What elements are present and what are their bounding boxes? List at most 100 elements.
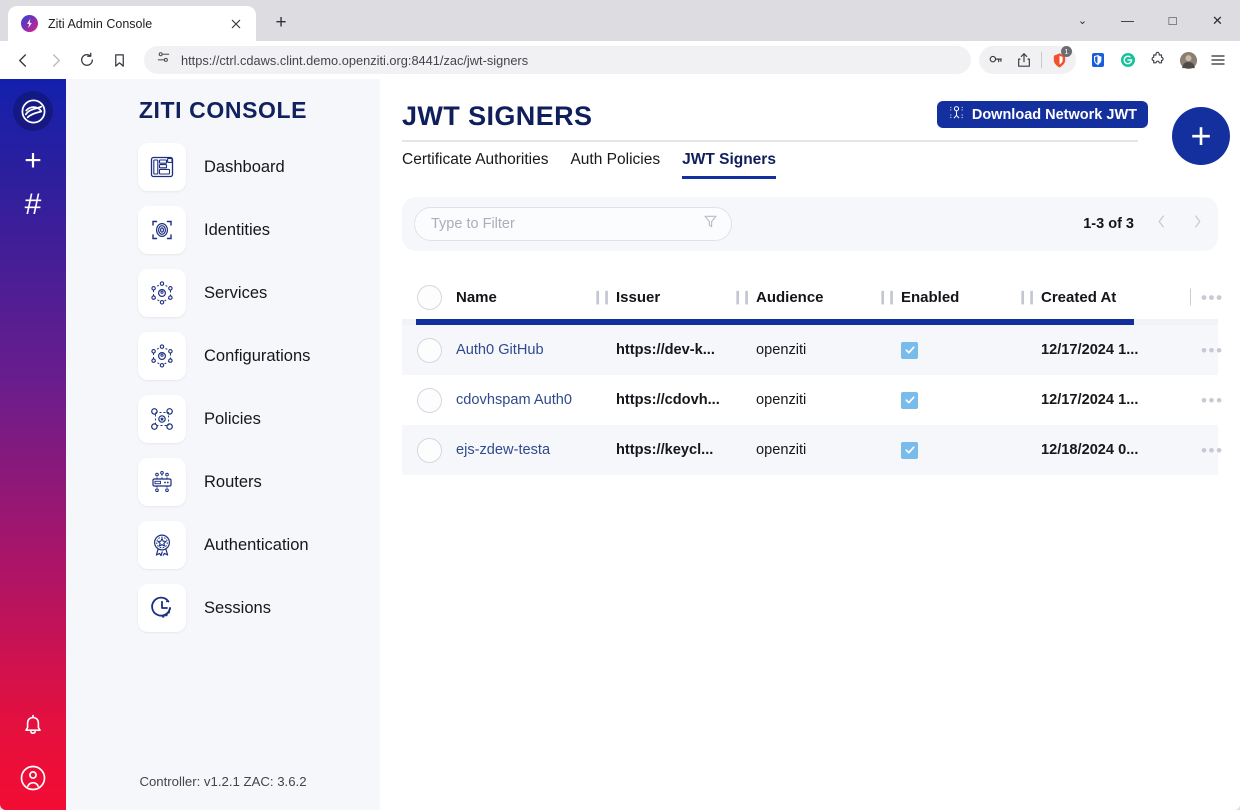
funnel-filter-icon[interactable] xyxy=(702,213,719,235)
column-header-name[interactable]: Name ❙❙ xyxy=(456,289,616,306)
row-select-circle[interactable] xyxy=(417,438,442,463)
enabled-checkbox[interactable] xyxy=(901,392,918,409)
ziti-logo-icon[interactable] xyxy=(13,91,53,131)
cell-enabled[interactable] xyxy=(901,442,1041,459)
cell-created-at: 12/17/2024 1... xyxy=(1041,342,1201,358)
enabled-checkbox[interactable] xyxy=(901,442,918,459)
row-select-circle[interactable] xyxy=(417,338,442,363)
network-jwt-icon xyxy=(948,104,965,125)
sidebar-item-authentication[interactable]: Authentication xyxy=(138,516,380,574)
tab-jwt-signers[interactable]: JWT Signers xyxy=(682,151,776,179)
sidebar-item-services[interactable]: Services xyxy=(138,264,380,322)
services-network-icon xyxy=(138,269,186,317)
column-header-enabled[interactable]: Enabled ❙❙ xyxy=(901,289,1041,306)
user-account-icon[interactable] xyxy=(11,756,55,800)
add-jwt-signer-button[interactable]: + xyxy=(1172,107,1230,165)
content-tabs: Certificate Authorities Auth Policies JW… xyxy=(402,140,1138,179)
sidebar-item-dashboard[interactable]: Dashboard xyxy=(138,138,380,196)
cell-name[interactable]: ejs-zdew-testa xyxy=(456,442,616,458)
tab-auth-policies[interactable]: Auth Policies xyxy=(570,151,660,179)
reload-icon[interactable] xyxy=(72,45,102,75)
more-options-icon[interactable]: ••• xyxy=(1201,289,1224,306)
sidebar-item-sessions[interactable]: Sessions xyxy=(138,579,380,637)
filter-panel: 1-3 of 3 xyxy=(402,197,1218,251)
hash-icon[interactable]: # xyxy=(11,183,55,227)
add-icon[interactable]: + xyxy=(11,139,55,183)
extensions-puzzle-icon[interactable] xyxy=(1144,46,1172,74)
row-more-options-icon[interactable]: ••• xyxy=(1201,392,1224,409)
forward-icon[interactable] xyxy=(40,45,70,75)
cell-actions[interactable]: ••• xyxy=(1201,392,1230,409)
enabled-checkbox[interactable] xyxy=(901,342,918,359)
column-resize-handle[interactable]: ❙❙ xyxy=(877,289,895,305)
row-select-cell[interactable] xyxy=(402,438,456,463)
close-icon[interactable] xyxy=(226,14,246,34)
tab-certificate-authorities[interactable]: Certificate Authorities xyxy=(402,151,548,179)
select-all-circle[interactable] xyxy=(417,285,442,310)
profile-avatar[interactable] xyxy=(1174,46,1202,74)
column-header-audience[interactable]: Audience ❙❙ xyxy=(756,289,901,306)
sidebar-item-policies[interactable]: Policies xyxy=(138,390,380,448)
cell-name[interactable]: cdovhspam Auth0 xyxy=(456,392,616,408)
sessions-clock-icon xyxy=(138,584,186,632)
extensions-toolbar: 1 xyxy=(979,46,1232,74)
column-header-actions[interactable]: ••• xyxy=(1201,289,1230,306)
sidebar-item-identities[interactable]: Identities xyxy=(138,201,380,259)
sidebar-item-label: Sessions xyxy=(204,599,271,618)
column-resize-handle[interactable] xyxy=(1190,289,1191,306)
column-resize-handle[interactable]: ❙❙ xyxy=(732,289,750,305)
download-network-jwt-button[interactable]: Download Network JWT xyxy=(937,101,1148,128)
share-icon[interactable] xyxy=(1010,46,1038,74)
column-header-created-at-label: Created At xyxy=(1041,289,1116,306)
cell-name[interactable]: Auth0 GitHub xyxy=(456,342,616,358)
cell-created-at: 12/18/2024 0... xyxy=(1041,442,1201,458)
site-settings-icon[interactable] xyxy=(156,50,171,70)
bookmark-icon[interactable] xyxy=(104,45,134,75)
cell-enabled[interactable] xyxy=(901,342,1041,359)
close-window-icon[interactable]: ✕ xyxy=(1195,0,1240,41)
scrollbar-thumb[interactable] xyxy=(416,319,1134,325)
grammarly-icon[interactable] xyxy=(1114,46,1142,74)
maximize-icon[interactable]: □ xyxy=(1150,0,1195,41)
password-manager-icon[interactable] xyxy=(982,46,1010,74)
brave-shields-icon[interactable]: 1 xyxy=(1045,46,1073,74)
filter-input-wrapper[interactable] xyxy=(414,207,732,241)
table-horizontal-scrollbar[interactable] xyxy=(402,319,1218,325)
address-bar[interactable]: https://ctrl.cdaws.clint.demo.openziti.o… xyxy=(144,46,971,74)
chevron-right-icon[interactable] xyxy=(1188,214,1206,234)
bitwarden-icon[interactable] xyxy=(1084,46,1112,74)
sidebar-item-label: Routers xyxy=(204,473,262,492)
cell-enabled[interactable] xyxy=(901,392,1041,409)
table-row[interactable]: Auth0 GitHub https://dev-k... openziti 1… xyxy=(402,325,1218,375)
row-select-cell[interactable] xyxy=(402,388,456,413)
column-header-issuer[interactable]: Issuer ❙❙ xyxy=(616,289,756,306)
tab-search-chevron-icon[interactable]: ⌄ xyxy=(1060,0,1105,41)
table-row[interactable]: cdovhspam Auth0 https://cdovh... openzit… xyxy=(402,375,1218,425)
row-more-options-icon[interactable]: ••• xyxy=(1201,442,1224,459)
sidebar-item-routers[interactable]: Routers xyxy=(138,453,380,511)
column-resize-handle[interactable]: ❙❙ xyxy=(592,289,610,305)
console-title: ZITI CONSOLE xyxy=(66,97,380,124)
column-resize-handle[interactable]: ❙❙ xyxy=(1017,289,1035,305)
browser-tab[interactable]: Ziti Admin Console xyxy=(8,6,256,41)
browser-window: Ziti Admin Console + ⌄ — □ ✕ xyxy=(0,0,1240,810)
pagination-count: 1-3 of 3 xyxy=(1083,216,1134,232)
table-row[interactable]: ejs-zdew-testa https://keycl... openziti… xyxy=(402,425,1218,475)
row-more-options-icon[interactable]: ••• xyxy=(1201,342,1224,359)
main-content: JWT SIGNERS Download Network JWT + Certi… xyxy=(380,79,1240,810)
row-select-circle[interactable] xyxy=(417,388,442,413)
router-icon xyxy=(138,458,186,506)
notifications-bell-icon[interactable] xyxy=(11,704,55,748)
select-all-cell[interactable] xyxy=(402,285,456,310)
chevron-left-icon[interactable] xyxy=(1152,214,1170,234)
column-header-created-at[interactable]: Created At xyxy=(1041,289,1201,306)
back-icon[interactable] xyxy=(8,45,38,75)
cell-actions[interactable]: ••• xyxy=(1201,342,1230,359)
cell-actions[interactable]: ••• xyxy=(1201,442,1230,459)
minimize-icon[interactable]: — xyxy=(1105,0,1150,41)
browser-menu-icon[interactable] xyxy=(1204,46,1232,74)
new-tab-button[interactable]: + xyxy=(266,8,296,38)
sidebar-item-configurations[interactable]: Configurations xyxy=(138,327,380,385)
search-input[interactable] xyxy=(431,216,702,232)
row-select-cell[interactable] xyxy=(402,338,456,363)
